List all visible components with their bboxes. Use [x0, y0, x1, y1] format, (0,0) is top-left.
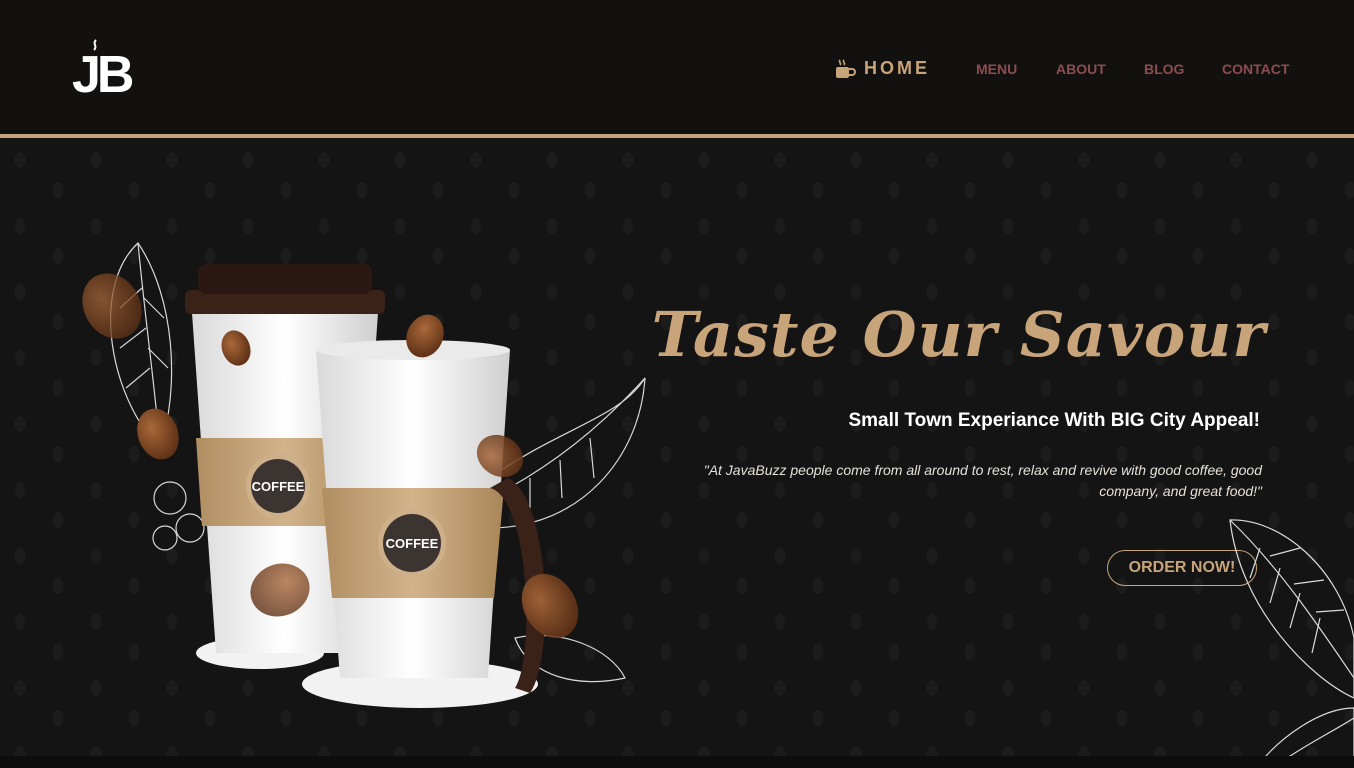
leaf-decoration-icon	[1229, 519, 1354, 764]
coffee-cup-icon	[836, 59, 856, 79]
nav-home-label: HOME	[864, 58, 930, 78]
nav-contact[interactable]: CONTACT	[1222, 57, 1289, 81]
nav-menu[interactable]: MENU	[976, 57, 1017, 81]
hero-subtitle: Small Town Experiance With BIG City Appe…	[848, 410, 1260, 431]
nav-about[interactable]: ABOUT	[1056, 57, 1106, 81]
coffee-cups-illustration: COFFEE COFFEE	[82, 242, 646, 708]
hero-section: COFFEE COFFEE Taste Our Savour Small Tow…	[0, 138, 1354, 768]
nav-home[interactable]: HOME	[834, 56, 930, 80]
nav-blog[interactable]: BLOG	[1144, 57, 1184, 81]
main-nav: HOME MENU ABOUT BLOG CONTACT	[0, 56, 1354, 80]
coffee-bean-icon	[137, 408, 179, 460]
leaf-right-outline	[489, 377, 646, 683]
coffee-cup-front: COFFEE	[302, 340, 546, 708]
cup-front-label: COFFEE	[386, 536, 439, 551]
site-header: JB HOME MENU ABOUT BLOG CONTACT	[0, 0, 1354, 134]
cup-back-label: COFFEE	[252, 479, 305, 494]
coffee-bean-icon	[521, 573, 579, 639]
page-bottom-edge	[0, 756, 1354, 768]
hero-title: Taste Our Savour	[651, 298, 1266, 371]
hero-quote: "At JavaBuzz people come from all around…	[703, 462, 1262, 499]
